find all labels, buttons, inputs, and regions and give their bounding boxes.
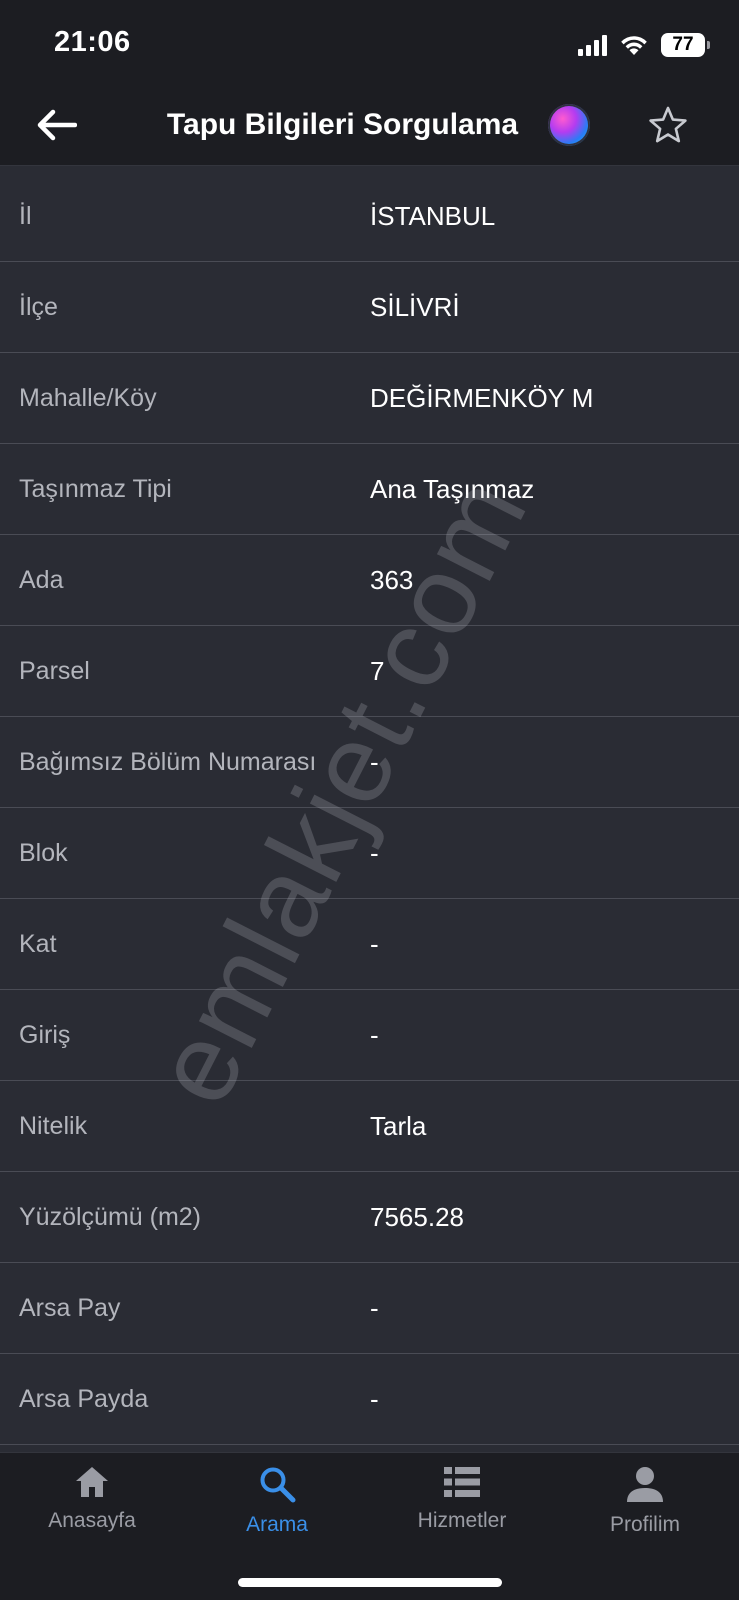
row-value: - <box>370 928 379 959</box>
row-label: Blok <box>19 838 68 867</box>
row-label: Bağımsız Bölüm Numarası <box>19 747 317 776</box>
status-time: 21:06 <box>54 26 131 58</box>
table-row: Yüzölçümü (m2) 7565.28 <box>0 1172 739 1263</box>
row-value: DEĞİRMENKÖY M <box>370 382 594 413</box>
row-label: Parsel <box>19 656 90 685</box>
table-row: Taşınmaz Tipi Ana Taşınmaz <box>0 444 739 535</box>
row-value: SİLİVRİ <box>370 291 460 322</box>
table-row: Parsel 7 <box>0 626 739 717</box>
table-row: Blok - <box>0 808 739 899</box>
table-row: Giriş - <box>0 990 739 1081</box>
battery-level: 77 <box>672 34 694 55</box>
row-value: - <box>370 1292 379 1323</box>
table-row: Mahalle/Köy DEĞİRMENKÖY M <box>0 353 739 444</box>
tab-label-arama: Arama <box>246 1513 308 1536</box>
table-row: Nitelik Tarla <box>0 1081 739 1172</box>
row-label: Arsa Pay <box>19 1293 121 1322</box>
tab-hizmetler[interactable]: Hizmetler <box>387 1465 537 1553</box>
row-label: Ada <box>19 565 64 594</box>
table-row: Arsa Payda - <box>0 1354 739 1445</box>
tab-anasayfa[interactable]: Anasayfa <box>17 1465 167 1553</box>
star-outline-icon <box>649 106 687 143</box>
row-value: - <box>370 1383 379 1414</box>
list-icon <box>444 1467 480 1497</box>
nav-title-group: Tapu Bilgileri Sorgulama <box>0 102 739 148</box>
nav-bar: Tapu Bilgileri Sorgulama <box>0 88 739 166</box>
row-value: Ana Taşınmaz <box>370 473 535 504</box>
row-value: - <box>370 1019 379 1050</box>
table-row: Kat - <box>0 899 739 990</box>
favorite-button[interactable] <box>645 102 691 148</box>
row-label: Kat <box>19 929 57 958</box>
row-value: 7 <box>370 655 385 686</box>
status-icons: 77 <box>578 30 710 60</box>
row-value: 7565.28 <box>370 1201 464 1232</box>
row-value: 363 <box>370 564 414 595</box>
siri-icon[interactable] <box>548 104 591 146</box>
row-value: - <box>370 837 379 868</box>
property-details-table: İl İSTANBUL İlçe SİLİVRİ Mahalle/Köy DEĞİRMEN… <box>0 171 739 1445</box>
person-icon <box>627 1467 663 1502</box>
table-row: Bağımsız Bölüm Numarası - <box>0 717 739 808</box>
row-label: Taşınmaz Tipi <box>19 474 172 503</box>
app-screen: 21:06 77 Tapu Bilgileri Sorgulama İl İST… <box>0 0 739 1600</box>
row-label: Arsa Payda <box>19 1384 149 1413</box>
row-label: Nitelik <box>19 1111 88 1140</box>
tab-label-hizmetler: Hizmetler <box>417 1509 507 1532</box>
table-row: Ada 363 <box>0 535 739 626</box>
search-icon <box>260 1467 296 1503</box>
table-row: İlçe SİLİVRİ <box>0 262 739 353</box>
row-label: İlçe <box>19 292 58 321</box>
cellular-signal-icon <box>578 34 607 56</box>
table-row: Arsa Pay - <box>0 1263 739 1354</box>
page-title: Tapu Bilgileri Sorgulama <box>166 108 519 141</box>
status-bar: 21:06 77 <box>0 0 739 88</box>
row-label: Giriş <box>19 1020 71 1049</box>
tab-label-anasayfa: Anasayfa <box>48 1509 136 1532</box>
tab-label-profilim: Profilim <box>609 1513 680 1536</box>
wifi-icon <box>621 36 647 55</box>
row-value: Tarla <box>370 1110 427 1141</box>
home-icon <box>76 1467 108 1497</box>
row-label: İl <box>19 201 32 230</box>
row-value: İSTANBUL <box>370 200 496 231</box>
tab-profilim[interactable]: Profilim <box>570 1465 720 1553</box>
home-indicator <box>238 1578 502 1587</box>
tab-arama[interactable]: Arama <box>202 1465 352 1553</box>
row-label: Yüzölçümü (m2) <box>19 1202 201 1231</box>
battery-icon: 77 <box>661 33 710 57</box>
table-row: İl İSTANBUL <box>0 171 739 262</box>
row-label: Mahalle/Köy <box>19 383 157 412</box>
row-value: - <box>370 746 379 777</box>
